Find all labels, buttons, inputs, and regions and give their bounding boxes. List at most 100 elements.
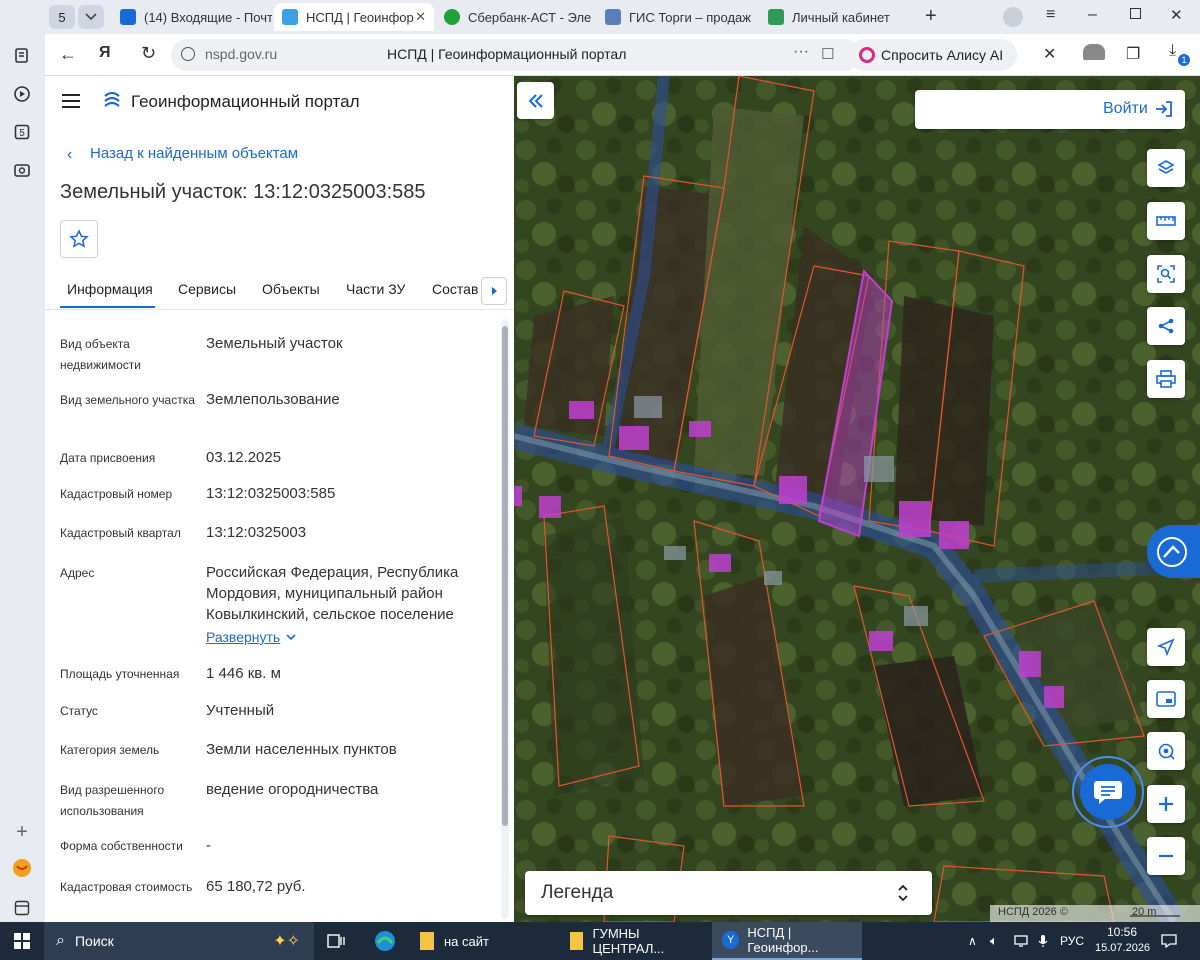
chat-button[interactable] [1080,764,1136,820]
active-tab-indicator [60,306,155,308]
network-icon[interactable] [1014,922,1028,960]
more-icon[interactable]: ··· [793,43,809,61]
row-label-ownership: Форма собственности [60,839,183,853]
expand-collapse-icon[interactable] [897,883,909,908]
page-title: НСПД | Геоинформационный портал [387,46,627,62]
profile-avatar[interactable] [1003,7,1023,27]
tab-count-icon[interactable]: 5 [12,122,32,142]
taskbar-search[interactable]: ⌕ Поиск ✦✧ [44,922,314,960]
extension-3-icon[interactable]: ❐ [1126,44,1140,64]
close-tab-icon[interactable]: ✕ [415,9,426,25]
url-text: nspd.gov.ru [205,46,278,62]
menu-icon[interactable]: ≡ [1046,6,1055,24]
row-label-parcel-type: Вид земельного участка [60,393,195,407]
favorite-button[interactable] [60,220,98,258]
tray-chevron-icon[interactable]: ∧ [968,922,977,960]
edge-taskbar-button[interactable] [374,922,396,960]
legend-panel[interactable]: Легенда [525,871,932,915]
tab-label: (14) Входящие - Почт [144,9,272,25]
collapse-panel-button[interactable] [517,82,554,119]
feedback-tab[interactable] [1147,525,1200,578]
microphone-icon[interactable] [1038,922,1048,960]
notifications-icon[interactable] [1161,922,1177,960]
tab-count-badge[interactable]: 5 [49,5,75,29]
row-value-ownership: - [206,837,211,854]
close-window-icon[interactable]: ✕ [1170,6,1183,24]
search-location-button[interactable] [1147,732,1185,770]
start-button[interactable] [14,922,30,960]
tab-information[interactable]: Информация [67,281,153,297]
back-to-results-link[interactable]: Назад к найденным объектам [90,145,298,162]
tabs-scroll-right-button[interactable] [481,277,507,305]
geolocation-button[interactable] [1147,628,1185,666]
taskbar-app-folder-1[interactable]: на сайт [412,922,550,960]
reload-icon[interactable]: ↻ [141,43,156,64]
taskbar-app-label: НСПД | Геоинфор... [747,925,819,955]
measure-button[interactable] [1147,202,1185,240]
taskbar-app-browser[interactable]: Y НСПД | Геоинфор... [712,922,862,960]
download-icon[interactable]: ⤓ [1169,42,1176,60]
area-search-button[interactable] [1147,255,1185,293]
login-icon [1154,99,1174,124]
yandex-browser-icon: Y [722,931,740,949]
login-button[interactable]: Войти [915,90,1185,129]
zoom-out-button[interactable] [1147,837,1185,875]
tab-objects[interactable]: Объекты [262,281,320,297]
tabs-dropdown-icon[interactable] [78,5,104,29]
volume-icon[interactable]: 🔈︎ [990,922,998,960]
screenshot-icon[interactable] [12,160,32,180]
task-view-button[interactable] [327,922,345,960]
clock[interactable]: 10:56 15.07.2026 [1095,925,1151,954]
windows-icon [14,933,30,949]
tab-cabinet[interactable]: Личный кабинет [760,3,910,31]
tabs-divider [45,309,514,310]
back-chevron-icon[interactable]: ‹ [67,146,72,164]
share-button[interactable] [1147,307,1185,345]
taskbar-app-label: на сайт [444,933,489,949]
search-label: Поиск [74,933,114,949]
print-button[interactable] [1147,360,1185,398]
tab-services[interactable]: Сервисы [178,281,236,297]
play-icon[interactable] [12,84,32,104]
layers-button[interactable] [1147,149,1185,187]
minimize-icon[interactable]: – [1088,6,1097,24]
tab-nspd[interactable]: НСПД | Геоинформ ✕ [274,3,434,31]
address-bar: ← Я ↻ nspd.gov.ru НСПД | Геоинформационн… [45,34,1200,76]
tab-sberbank[interactable]: Сбербанк-АСТ - Элек [436,3,591,31]
minimap-icon [1156,691,1176,707]
back-icon[interactable]: ← [59,44,77,65]
extension-2-icon[interactable] [1083,44,1105,60]
language-indicator[interactable]: РУС [1060,922,1084,960]
sidebar-settings-icon[interactable] [12,898,32,918]
row-value-cadastral-quarter: 13:12:0325003 [206,524,307,541]
bookmark-icon[interactable]: ☐ [821,45,834,63]
row-label-permitted-use: Вид разрешенного использования [60,783,165,818]
collections-icon[interactable] [12,46,32,66]
taskbar-app-folder-2[interactable]: ГУМНЫ ЦЕНТРАЛ... [562,922,702,960]
tab-mail[interactable]: (14) Входящие - Почт [112,3,272,31]
expand-address-link[interactable]: Развернуть [206,629,280,645]
site-info-icon[interactable] [181,47,195,61]
chevron-down-icon[interactable] [285,630,297,642]
row-label-cadastral-number: Кадастровый номер [60,487,173,501]
chat-button-ring[interactable] [1072,756,1144,828]
maximize-icon[interactable] [1130,8,1141,19]
panel-scrollbar-thumb[interactable] [502,326,508,826]
clock-date: 15.07.2026 [1095,942,1151,954]
hamburger-icon[interactable] [62,94,80,108]
url-field[interactable]: nspd.gov.ru НСПД | Геоинформационный пор… [171,39,861,71]
extension-icon[interactable]: ✕ [1043,44,1056,64]
zoom-in-button[interactable] [1147,785,1185,823]
map-view[interactable]: Войти Легенда НСПД 2026 © 20 m [514,76,1200,922]
minimap-button[interactable] [1147,680,1185,718]
tab-parts[interactable]: Части ЗУ [346,281,405,297]
yandex-icon[interactable]: Я [99,44,111,62]
tab-gis-torgi[interactable]: ГИС Торги – продаж [597,3,757,31]
row-label-land-category: Категория земель [60,743,160,757]
tab-composition[interactable]: Состав [432,281,478,297]
mail-app-icon[interactable] [12,858,32,878]
add-icon[interactable]: + [12,821,32,843]
new-tab-icon[interactable]: + [925,5,937,28]
tab-label: Личный кабинет [792,9,890,25]
alice-button[interactable]: Спросить Алису AI [849,39,1017,71]
